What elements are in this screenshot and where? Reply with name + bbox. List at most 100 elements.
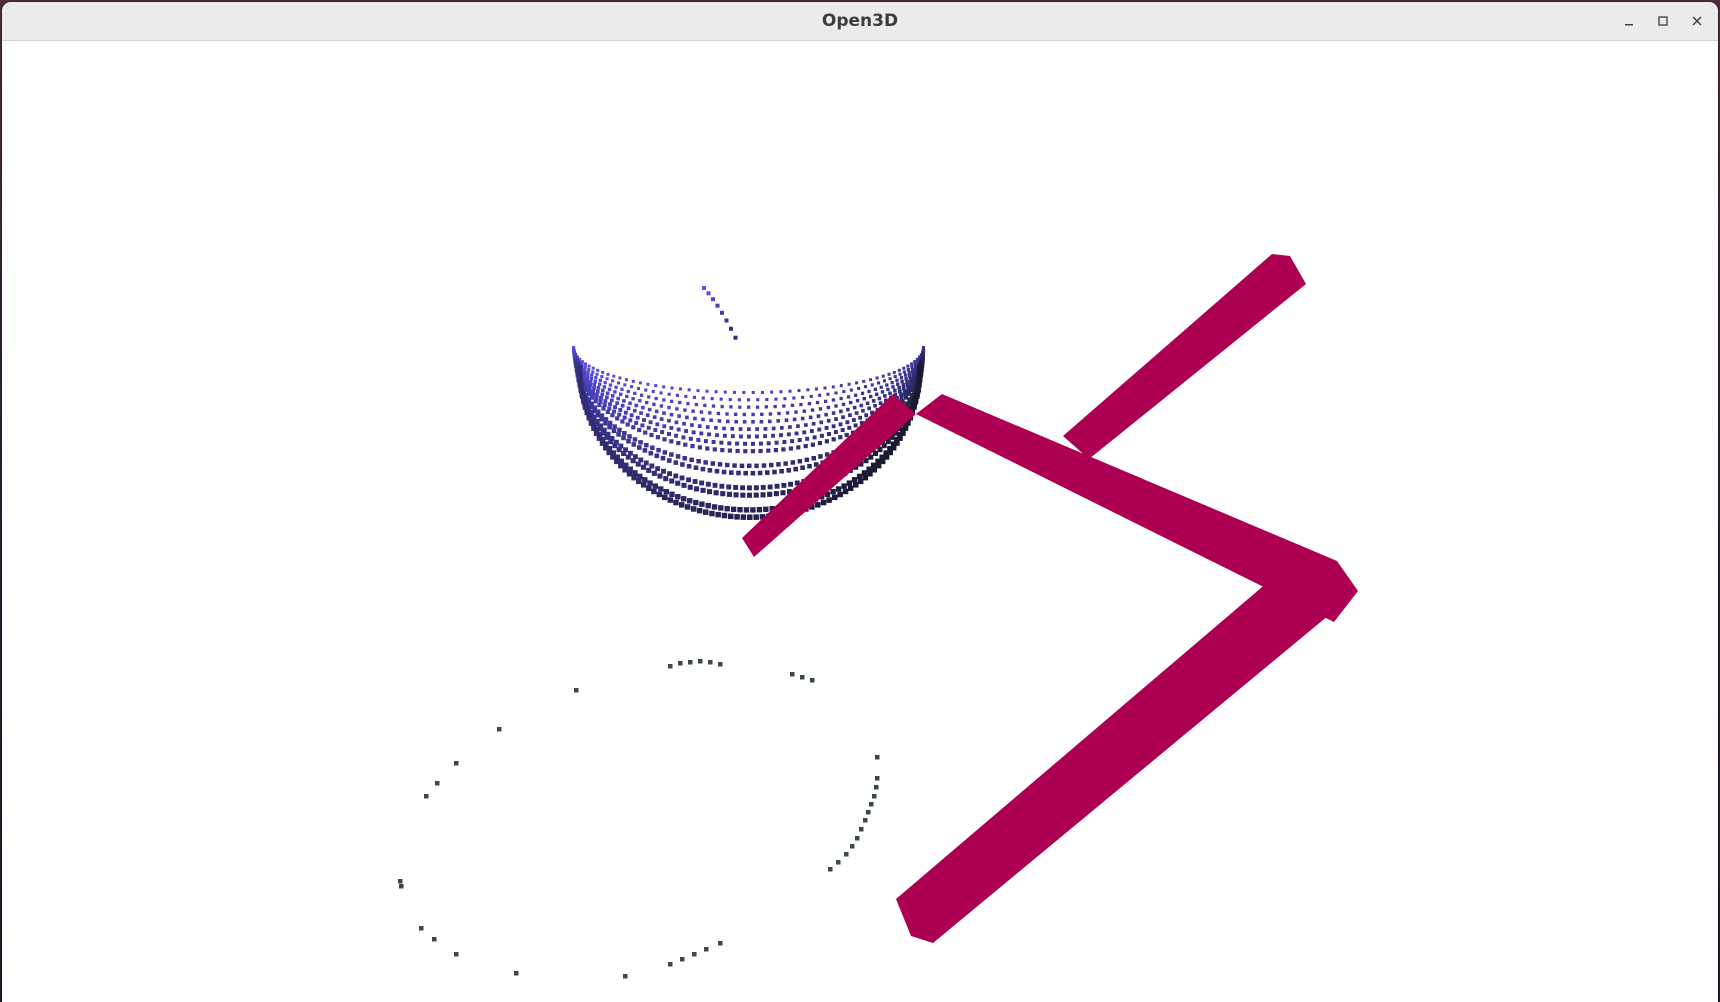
cloud-point	[861, 408, 865, 413]
cloud-point	[673, 473, 679, 479]
cloud-point	[844, 432, 849, 438]
cloud-point	[782, 440, 787, 444]
cloud-point	[804, 423, 808, 427]
cloud-point	[800, 416, 805, 421]
cloud-point	[669, 412, 674, 417]
cloud-point	[651, 390, 655, 394]
ring-point	[574, 688, 579, 693]
cloud-point	[902, 366, 906, 370]
scene-canvas[interactable]	[2, 41, 1718, 1002]
cloud-point	[733, 390, 736, 394]
cloud-point	[764, 405, 768, 409]
cloud-point	[824, 439, 829, 444]
cloud-point	[687, 388, 691, 392]
ring-point	[398, 879, 403, 884]
cloud-point	[645, 413, 650, 417]
cloud-point	[627, 434, 632, 439]
close-button[interactable]	[1682, 6, 1712, 36]
cloud-point	[815, 387, 818, 391]
cloud-point	[811, 421, 816, 426]
cloud-point	[596, 368, 600, 372]
cloud-point	[617, 412, 622, 417]
cloud-point	[747, 398, 751, 402]
cloud-point	[605, 409, 610, 414]
cloud-point	[903, 395, 909, 400]
cloud-point	[690, 423, 694, 427]
cloud-point	[639, 411, 643, 415]
cloud-point	[629, 413, 634, 418]
cloud-point	[703, 509, 709, 515]
cloud-point	[683, 408, 687, 412]
3d-viewport[interactable]	[2, 41, 1718, 1002]
ring-point	[623, 974, 628, 979]
cloud-point	[662, 494, 668, 501]
open3d-window[interactable]: Open3D	[2, 2, 1718, 1002]
ring-point	[875, 755, 880, 760]
cloud-point	[696, 507, 703, 514]
cloud-point	[688, 436, 693, 441]
cloud-point	[837, 491, 843, 498]
cloud-point	[617, 427, 622, 433]
cloud-point	[690, 444, 695, 449]
cloud-point	[632, 437, 638, 442]
cloud-point	[862, 397, 866, 401]
cloud-point	[839, 384, 843, 388]
cloud-point	[767, 491, 773, 497]
cloud-point	[839, 409, 843, 414]
cloud-point	[847, 485, 854, 491]
cloud-point	[681, 496, 687, 502]
cloud-point	[691, 409, 695, 413]
cloud-point	[781, 447, 786, 452]
cloud-point	[581, 399, 587, 405]
cloud-point	[783, 397, 787, 401]
cloud-point	[700, 466, 706, 472]
cloud-point	[646, 467, 652, 473]
cloud-point	[820, 499, 827, 506]
cloud-point	[747, 405, 751, 409]
cloud-point	[781, 482, 787, 488]
cloud-point	[669, 439, 674, 444]
cloud-point	[902, 389, 907, 394]
cloud-point	[663, 489, 669, 495]
cloud-point	[849, 388, 853, 392]
cloud-point	[758, 448, 763, 454]
cloud-point	[786, 432, 791, 437]
cloud-point	[776, 419, 780, 423]
cloud-point	[601, 388, 605, 393]
ring-point	[399, 884, 404, 889]
cloud-point	[618, 376, 622, 380]
cloud-point	[596, 385, 601, 390]
cloud-point	[711, 404, 716, 408]
cloud-point	[591, 370, 595, 374]
cloud-point	[856, 473, 863, 480]
cloud-point	[910, 362, 913, 366]
cloud-point	[782, 404, 786, 408]
cloud-point	[578, 382, 584, 389]
cloud-point	[712, 447, 717, 452]
cloud-point	[771, 433, 775, 438]
cloud-point	[637, 427, 642, 433]
cloud-point	[802, 430, 807, 435]
cloud-point	[810, 408, 815, 412]
cloud-point	[654, 409, 659, 414]
cloud-point	[747, 427, 751, 431]
cloud-point	[674, 433, 679, 438]
cloud-point	[655, 466, 661, 472]
cloud-point	[709, 418, 713, 422]
cloud-point	[740, 492, 746, 498]
ring-point	[668, 664, 673, 669]
cloud-point	[851, 418, 856, 422]
cloud-point	[842, 390, 846, 394]
maximize-button[interactable]	[1648, 6, 1678, 36]
cloud-point	[659, 404, 664, 408]
cloud-point	[743, 441, 747, 446]
cloud-point	[817, 441, 822, 446]
title-bar[interactable]: Open3D	[2, 2, 1718, 41]
cloud-point	[730, 434, 735, 439]
cloud-point	[676, 427, 681, 432]
cloud-point	[758, 441, 763, 446]
minimize-button[interactable]	[1614, 6, 1644, 36]
cloud-point	[784, 418, 789, 422]
cloud-point	[640, 464, 646, 470]
cloud-point	[713, 490, 719, 496]
